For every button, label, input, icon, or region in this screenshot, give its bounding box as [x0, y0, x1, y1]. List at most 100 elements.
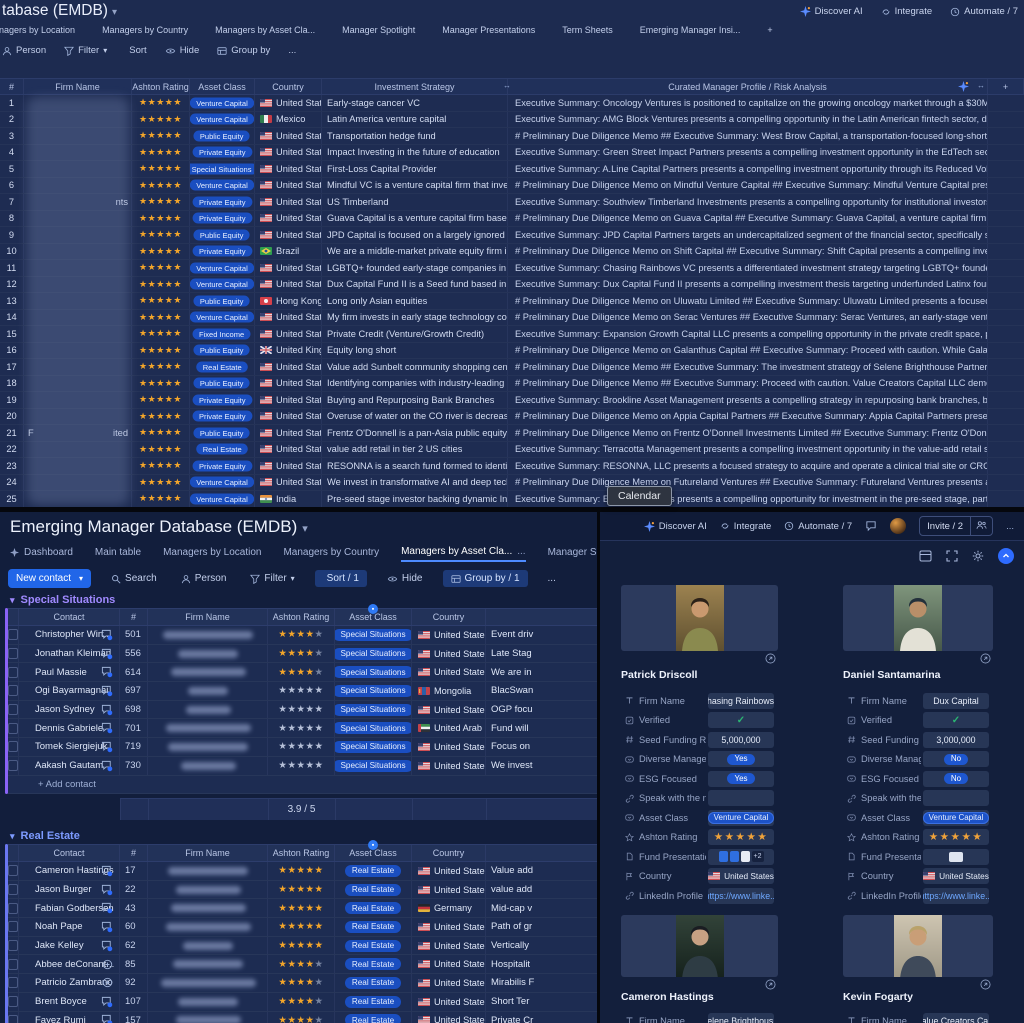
asset-class-cell[interactable]: Special Situations — [335, 626, 412, 644]
rating-stars[interactable]: ★★★★★ — [278, 704, 323, 715]
asset-class-cell[interactable]: Private Equity — [190, 145, 255, 161]
view-tab[interactable]: Managers by Country — [283, 545, 379, 562]
table-row[interactable]: Fayez Rumi157★★★★★Real EstateUnited Stat… — [8, 1012, 597, 1023]
invite-button[interactable]: Invite / 2 — [919, 516, 993, 536]
table-row[interactable]: 20★★★★★Private EquityUnited StatesOverus… — [0, 409, 1024, 426]
rating-cell[interactable]: ★★★★★ — [268, 663, 335, 681]
asset-class-cell[interactable]: Public Equity — [190, 376, 255, 392]
rating-stars[interactable]: ★★★★★ — [278, 940, 323, 951]
rating-stars[interactable]: ★★★★★ — [278, 903, 323, 914]
field-value[interactable]: ★★★★★ — [923, 829, 989, 845]
column-header-strategy[interactable] — [486, 609, 597, 625]
toolbar-group-by[interactable]: Group by — [217, 45, 270, 56]
row-checkbox[interactable] — [8, 685, 18, 696]
toolbar-person[interactable]: Person — [2, 45, 46, 56]
rating-cell[interactable]: ★★★★★ — [132, 161, 190, 177]
chat-icon[interactable] — [101, 884, 113, 896]
add-contact-row[interactable]: + Add contact — [8, 776, 597, 795]
asset-class-cell[interactable]: Private Equity — [190, 458, 255, 474]
row-checkbox[interactable] — [8, 741, 18, 752]
chat-icon[interactable] — [101, 685, 113, 697]
toolbar--[interactable]: ... — [544, 571, 560, 586]
new-contact-button[interactable]: New contact▾ — [8, 569, 91, 588]
row-checkbox[interactable] — [8, 940, 18, 951]
asset-class-cell[interactable]: Special Situations — [335, 719, 412, 737]
checkbox-cell[interactable] — [8, 701, 19, 719]
chat-icon[interactable] — [101, 940, 113, 952]
linkedin-link[interactable]: https://www.linke... — [708, 891, 774, 901]
table-row[interactable]: 1★★★★★Venture CapitalUnited StatesEarly-… — [0, 95, 1024, 112]
rating-cell[interactable]: ★★★★★ — [132, 178, 190, 194]
table-row[interactable]: Aakash Gautam730★★★★★Special SituationsU… — [8, 757, 597, 776]
rating-stars[interactable]: ★★★★★ — [139, 114, 182, 125]
gallery-card[interactable]: Daniel SantamarinaFirm NameDux CapitalVe… — [843, 585, 993, 681]
asset-class-cell[interactable]: Private Equity — [190, 194, 255, 210]
chat-icon[interactable] — [101, 648, 113, 660]
asset-class-cell[interactable]: Public Equity — [190, 293, 255, 309]
rating-cell[interactable]: ★★★★★ — [268, 738, 335, 756]
checkbox-cell[interactable] — [8, 862, 19, 880]
table-row[interactable]: Christopher Wirt...501★★★★★Special Situa… — [8, 626, 597, 645]
table-row[interactable]: Jason Burger22★★★★★Real EstateUnited Sta… — [8, 881, 597, 900]
row-checkbox[interactable] — [8, 704, 18, 715]
column-header-firm-name[interactable]: Firm Name — [24, 79, 132, 94]
column-header-firm[interactable]: Firm Name — [148, 845, 268, 861]
rating-stars[interactable]: ★★★★★ — [139, 312, 182, 323]
rating-stars[interactable]: ★★★★★ — [139, 130, 182, 141]
asset-class-cell[interactable]: Venture Capital — [190, 112, 255, 128]
rating-stars[interactable]: ★★★★★ — [139, 477, 182, 488]
asset-class-cell[interactable]: Real Estate — [335, 899, 412, 917]
checkbox-cell[interactable] — [8, 626, 19, 644]
row-checkbox[interactable] — [8, 760, 18, 771]
rating-cell[interactable]: ★★★★★ — [132, 326, 190, 342]
row-checkbox[interactable] — [8, 959, 18, 970]
rating-stars[interactable]: ★★★★★ — [139, 213, 182, 224]
toolbar-sort-1[interactable]: Sort / 1 — [315, 570, 367, 587]
rating-cell[interactable]: ★★★★★ — [132, 293, 190, 309]
rating-cell[interactable]: ★★★★★ — [132, 409, 190, 425]
rating-stars[interactable]: ★★★★★ — [139, 361, 182, 372]
chevron-down-icon[interactable]: ▾ — [302, 523, 308, 535]
asset-class-cell[interactable]: Real Estate — [335, 881, 412, 899]
asset-class-cell[interactable]: Real Estate — [335, 993, 412, 1011]
field-value[interactable]: Venture Capital — [708, 810, 774, 826]
table-row[interactable]: Jason Sydney698★★★★★Special SituationsUn… — [8, 701, 597, 720]
field-value[interactable]: Dux Capital — [923, 693, 989, 709]
expand-record-icon[interactable] — [980, 653, 991, 664]
topbar-action-discover-ai[interactable]: Discover AI — [800, 6, 863, 17]
table-row[interactable]: 19★★★★★Private EquityUnited StatesBuying… — [0, 392, 1024, 409]
rating-cell[interactable]: ★★★★★ — [132, 227, 190, 243]
rating-stars[interactable]: ★★★★★ — [139, 97, 182, 108]
rating-cell[interactable]: ★★★★★ — [132, 491, 190, 507]
expand-icon[interactable] — [946, 550, 958, 562]
rating-cell[interactable]: ★★★★★ — [132, 145, 190, 161]
rating-stars[interactable]: ★★★★★ — [139, 427, 182, 438]
column-header-contact[interactable]: Contact — [19, 609, 120, 625]
column-header-add-field[interactable]: + — [988, 79, 1024, 94]
rating-stars[interactable]: ★★★★★ — [139, 147, 182, 158]
view-tab[interactable]: Manager Spotlight — [342, 25, 415, 35]
field-value[interactable]: Value Creators Ca... — [923, 1013, 989, 1023]
rating-stars[interactable]: ★★★★★ — [278, 648, 323, 659]
checkbox-cell[interactable] — [8, 993, 19, 1011]
checkbox-cell[interactable] — [8, 682, 19, 700]
chat-icon[interactable] — [101, 722, 113, 734]
rating-stars[interactable]: ★★★★★ — [139, 378, 182, 389]
table-row[interactable]: 6★★★★★Venture CapitalUnited StatesMindfu… — [0, 178, 1024, 195]
column-resize-handle[interactable]: ↔ — [503, 81, 511, 90]
checkbox-cell[interactable] — [8, 899, 19, 917]
asset-class-cell[interactable]: Private Equity — [190, 211, 255, 227]
table-row[interactable]: 11★★★★★Venture CapitalUnited StatesLGBTQ… — [0, 260, 1024, 277]
column-header-asset-class[interactable]: Asset Class — [190, 79, 255, 94]
rating-cell[interactable]: ★★★★★ — [268, 955, 335, 973]
rating-stars[interactable]: ★★★★★ — [278, 865, 323, 876]
chat-icon[interactable] — [101, 741, 113, 753]
view-tab[interactable]: Managers by Location — [163, 545, 261, 562]
asset-class-cell[interactable]: Venture Capital — [190, 491, 255, 507]
chat-icon[interactable] — [101, 996, 113, 1008]
topbar-action-automate-7[interactable]: Automate / 7 — [784, 521, 852, 532]
rating-cell[interactable]: ★★★★★ — [132, 310, 190, 326]
asset-class-cell[interactable]: Real Estate — [335, 937, 412, 955]
rating-cell[interactable]: ★★★★★ — [132, 425, 190, 441]
field-value[interactable]: ★★★★★ — [708, 829, 774, 845]
